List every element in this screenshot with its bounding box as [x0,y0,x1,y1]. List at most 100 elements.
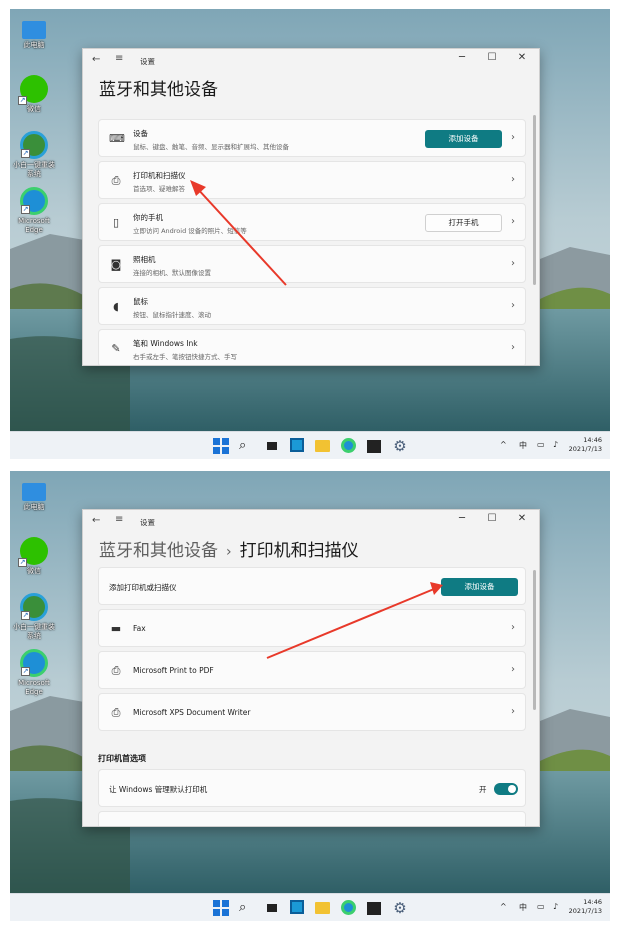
tray-chevron-icon[interactable]: ^ [500,440,507,449]
devices-icon: ⌨ [109,132,125,145]
minimize-icon[interactable]: ─ [455,52,469,63]
store-icon[interactable] [367,900,383,916]
scrollbar[interactable] [533,115,536,285]
ime-indicator[interactable]: 中 [519,902,527,913]
volume-icon[interactable]: ♪ [553,440,558,449]
settings-gear-icon[interactable]: ⚙ [392,900,408,916]
volume-icon[interactable]: ♪ [553,902,558,911]
desktop-icon-wechat[interactable]: ↗ 微信 [11,537,57,576]
search-icon[interactable]: ⌕ [239,900,255,916]
breadcrumb-current: 打印机和扫描仪 [239,541,359,561]
clock[interactable]: 14:46 2021/7/13 [569,436,602,454]
printer-row-print-to-pdf[interactable]: ⎙ Microsoft Print to PDF › [98,651,526,689]
monitor-icon [22,21,46,39]
edge-icon: ↗ [20,649,48,677]
file-explorer-icon[interactable] [315,438,331,454]
breadcrumb-parent[interactable]: 蓝牙和其他设备 [99,541,218,561]
back-arrow-icon[interactable]: ← [92,515,100,526]
card-mouse[interactable]: ◖ 鼠标 按钮、鼠标指针速度、滚动 › [98,287,526,325]
add-printer-label: 添加打印机或扫描仪 [109,583,177,592]
desktop-icon-this-pc[interactable]: 此电脑 [11,17,57,50]
hamburger-menu-icon[interactable]: ≡ [115,514,123,525]
add-device-button[interactable]: 添加设备 [425,130,502,148]
printer-row-xps-writer[interactable]: ⎙ Microsoft XPS Document Writer › [98,693,526,731]
shortcut-arrow-icon: ↗ [18,558,27,567]
network-icon[interactable]: ▭ [537,440,545,449]
shortcut-arrow-icon: ↗ [21,149,30,158]
file-explorer-icon[interactable] [315,900,331,916]
minimize-icon[interactable]: ─ [455,513,469,524]
taskbar: ⌕ ⚙ ^ 中 ▭ ♪ 14:46 2021/7/13 [10,431,610,459]
printer-icon: ⎙ [111,706,121,719]
add-device-button[interactable]: 添加设备 [441,578,518,596]
taskbar: ⌕ ⚙ ^ 中 ▭ ♪ 14:46 2021/7/13 [10,893,610,921]
camera-icon: ◙ [110,258,122,271]
card-printers-scanners[interactable]: ⎙ 打印机和扫描仪 首选项、疑难解答 › [98,161,526,199]
settings-gear-icon[interactable]: ⚙ [392,438,408,454]
card-devices[interactable]: ⌨ 设备 鼠标、键盘、触笔、音频、显示器和扩展坞、其他设备 添加设备 › [98,119,526,157]
section-title-printer-prefs: 打印机首选项 [98,754,146,763]
chevron-right-icon: › [511,342,515,353]
shortcut-arrow-icon: ↗ [18,96,27,105]
fax-icon: ▬ [110,622,122,635]
start-icon[interactable] [213,900,229,916]
desktop-icon-xiaobai[interactable]: ↗ 小白一键重装系统 [11,593,57,641]
edge-icon: ↗ [20,187,48,215]
shortcut-arrow-icon: ↗ [21,667,30,676]
task-view-icon[interactable] [264,900,280,916]
open-phone-button[interactable]: 打开手机 [425,214,502,232]
ime-indicator[interactable]: 中 [519,440,527,451]
edge-icon[interactable] [341,438,357,454]
chevron-right-icon: › [511,174,515,185]
maximize-icon[interactable]: ☐ [485,513,499,524]
card-your-phone[interactable]: ▯ 你的手机 立即访问 Android 设备的照片、短信等 打开手机 › [98,203,526,241]
desktop-icon-xiaobai[interactable]: ↗ 小白一键重装系统 [11,131,57,179]
app-title: 设置 [140,57,155,66]
chevron-right-icon: › [511,300,515,311]
scrollbar[interactable] [533,570,536,710]
page-title: 蓝牙和其他设备 [99,80,218,100]
maximize-icon[interactable]: ☐ [485,52,499,63]
card-pen-ink[interactable]: ✎ 笔和 Windows Ink 右手或左手、笔按钮快捷方式、手写 › [98,329,526,365]
back-arrow-icon[interactable]: ← [92,54,100,65]
desktop-icon-wechat[interactable]: ↗ 微信 [11,75,57,114]
search-icon[interactable]: ⌕ [239,438,255,454]
close-icon[interactable]: ✕ [515,513,529,524]
wechat-icon: ↗ [18,537,48,567]
default-printer-toggle[interactable] [494,783,518,795]
printer-icon: ⎙ [111,174,121,187]
card-camera[interactable]: ◙ 照相机 连接的相机、默认图像设置 › [98,245,526,283]
title-bar: ← ≡ 设置 ─ ☐ ✕ [83,510,539,532]
chevron-right-icon: › [511,132,515,143]
chevron-right-icon: › [511,706,515,717]
shortcut-arrow-icon: ↗ [21,611,30,620]
tray-chevron-icon[interactable]: ^ [500,902,507,911]
printer-row-fax[interactable]: ▬ Fax › [98,609,526,647]
title-bar: ← ≡ 设置 ─ ☐ ✕ [83,49,539,71]
chevron-right-icon: › [511,664,515,675]
desktop-icon-this-pc[interactable]: 此电脑 [11,479,57,512]
xiaobai-icon: ↗ [20,593,48,621]
mouse-icon: ◖ [113,300,119,313]
widgets-icon[interactable] [290,900,306,916]
clock[interactable]: 14:46 2021/7/13 [569,898,602,916]
desktop-icon-edge[interactable]: ↗ Microsoft Edge [11,649,57,697]
shortcut-arrow-icon: ↗ [21,205,30,214]
default-printer-label: 让 Windows 管理默认打印机 [109,785,208,794]
widgets-icon[interactable] [290,438,306,454]
card-add-printer: 添加打印机或扫描仪 添加设备 [98,567,526,605]
breadcrumb: 蓝牙和其他设备 › 打印机和扫描仪 [99,536,359,561]
wechat-icon: ↗ [18,75,48,105]
hamburger-menu-icon[interactable]: ≡ [115,53,123,64]
start-icon[interactable] [213,438,229,454]
task-view-icon[interactable] [264,438,280,454]
store-icon[interactable] [367,438,383,454]
network-icon[interactable]: ▭ [537,902,545,911]
xiaobai-icon: ↗ [20,131,48,159]
pen-icon: ✎ [111,342,121,355]
edge-icon[interactable] [341,900,357,916]
printer-icon: ⎙ [111,664,121,677]
phone-icon: ▯ [112,216,120,229]
desktop-icon-edge[interactable]: ↗ Microsoft Edge [11,187,57,235]
close-icon[interactable]: ✕ [515,52,529,63]
